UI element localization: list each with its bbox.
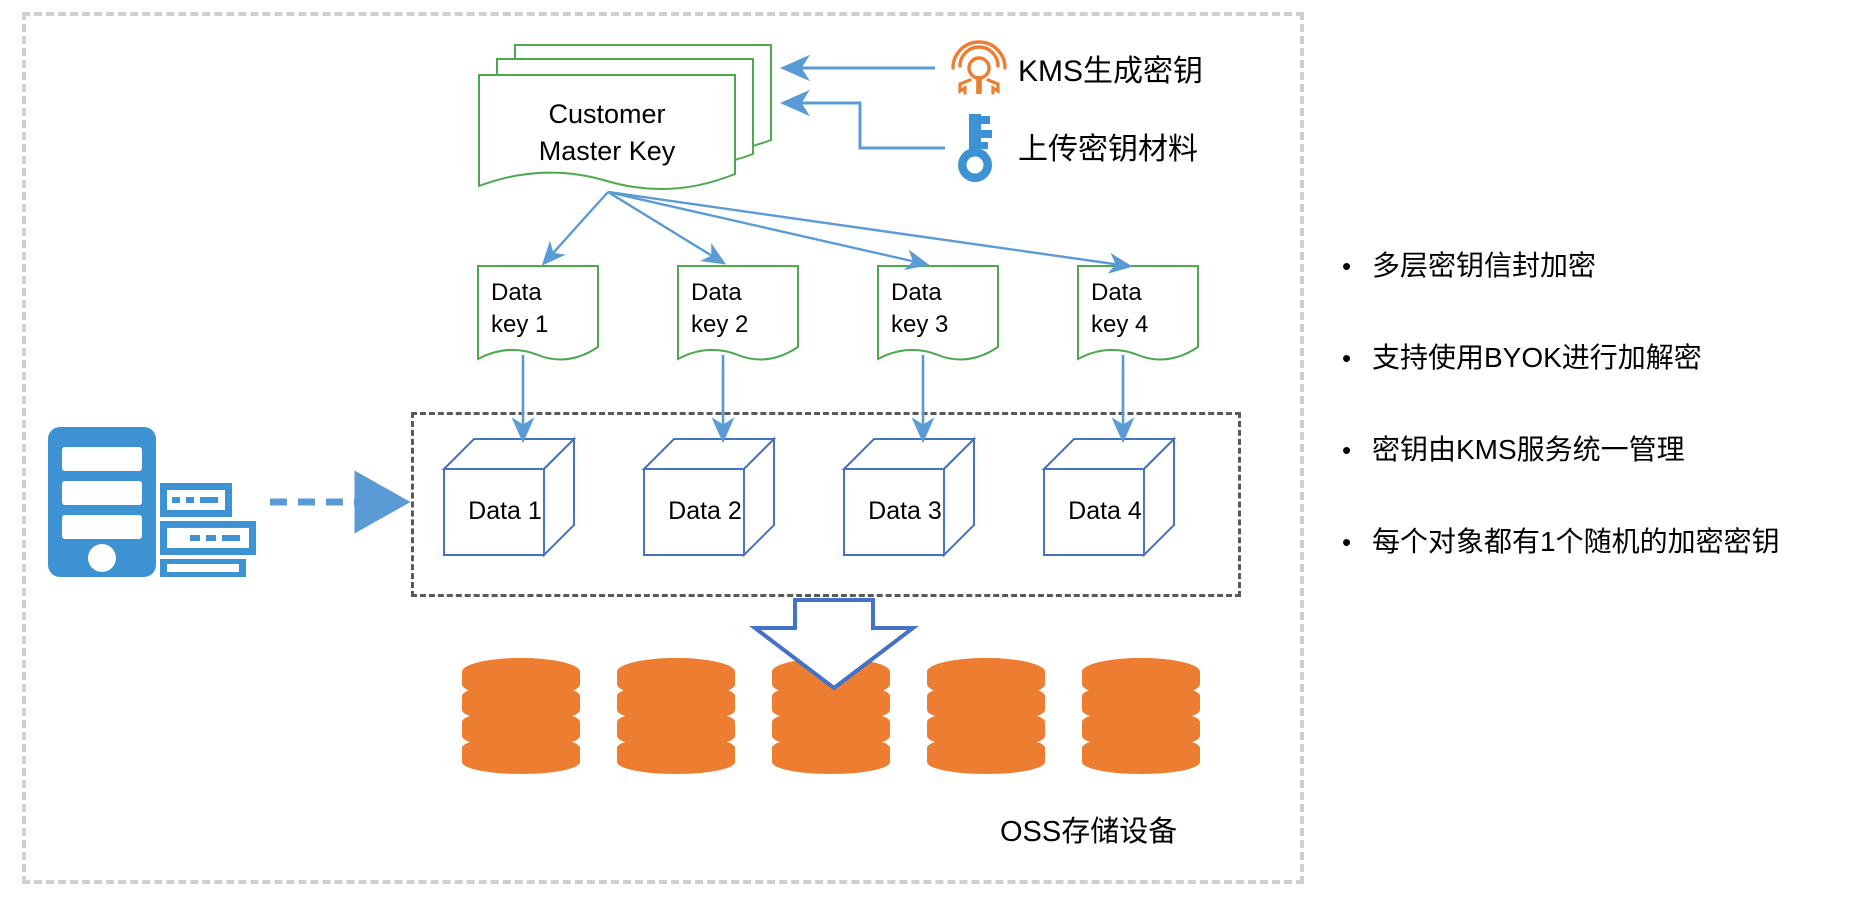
bullet-marker: •	[1342, 435, 1352, 465]
bullet-marker: •	[1342, 527, 1352, 557]
diagram-canvas: Customer Master Key Data key 1 Data key …	[0, 0, 1860, 904]
client-server-icon	[48, 425, 263, 580]
key-icon	[951, 112, 1003, 184]
customer-master-key-group[interactable]: Customer Master Key	[478, 44, 778, 191]
data-key-2-label: Data key 2	[677, 277, 799, 341]
storage-cylinder-5	[1082, 658, 1200, 780]
data-object-cube-3-label: Data 3	[868, 497, 942, 525]
data-object-cube-1-label: Data 1	[468, 497, 542, 525]
data-key-3-line1: Data	[891, 279, 942, 306]
cmk-label-line1: Customer	[548, 99, 666, 129]
kms-medallion-icon	[948, 36, 1010, 96]
data-key-2[interactable]: Data key 2	[677, 265, 799, 365]
data-object-cube-2-label: Data 2	[668, 497, 742, 525]
bullet-text: 多层密钥信封加密	[1372, 250, 1597, 281]
data-object-cube-2[interactable]: Data 2	[640, 435, 800, 560]
data-key-4-line1: Data	[1091, 279, 1142, 306]
data-key-4[interactable]: Data key 4	[1077, 265, 1199, 365]
data-key-1-line1: Data	[491, 279, 542, 306]
storage-cylinder-2	[617, 658, 735, 780]
data-key-1-line2: key 1	[491, 311, 549, 338]
storage-cylinder-1	[462, 658, 580, 780]
data-key-3-line2: key 3	[891, 311, 949, 338]
data-key-3[interactable]: Data key 3	[877, 265, 999, 365]
bullet-text: 每个对象都有1个随机的加密密钥	[1372, 526, 1780, 557]
bullet-text: 支持使用BYOK进行加解密	[1372, 342, 1702, 373]
storage-cylinder-3	[772, 658, 890, 780]
storage-cylinder-4	[927, 658, 1045, 780]
bullet-marker: •	[1342, 251, 1352, 281]
list-item: • 每个对象都有1个随机的加密密钥	[1342, 522, 1852, 562]
upload-key-material-label: 上传密钥材料	[1018, 133, 1198, 166]
list-item: • 多层密钥信封加密	[1342, 246, 1852, 286]
data-key-1-label: Data key 1	[477, 277, 599, 341]
data-key-2-line1: Data	[691, 279, 742, 306]
data-key-4-label: Data key 4	[1077, 277, 1199, 341]
data-key-2-line2: key 2	[691, 311, 749, 338]
data-object-cube-4-label: Data 4	[1068, 497, 1142, 525]
list-item: • 支持使用BYOK进行加解密	[1342, 338, 1852, 378]
bullet-text: 密钥由KMS服务统一管理	[1372, 434, 1685, 465]
data-object-cube-1[interactable]: Data 1	[440, 435, 600, 560]
cmk-label: Customer Master Key	[478, 96, 736, 170]
data-key-4-line2: key 4	[1091, 311, 1149, 338]
bullet-marker: •	[1342, 343, 1352, 373]
list-item: • 密钥由KMS服务统一管理	[1342, 430, 1852, 470]
cmk-label-line2: Master Key	[538, 136, 676, 166]
data-key-1[interactable]: Data key 1	[477, 265, 599, 365]
data-key-3-label: Data key 3	[877, 277, 999, 341]
data-object-cube-3[interactable]: Data 3	[840, 435, 1000, 560]
kms-generate-key-label: KMS生成密钥	[1018, 55, 1204, 88]
oss-storage-label: OSS存储设备	[1000, 816, 1178, 848]
data-object-cube-4[interactable]: Data 4	[1040, 435, 1200, 560]
feature-bullet-list: • 多层密钥信封加密 • 支持使用BYOK进行加解密 • 密钥由KMS服务统一管…	[1342, 246, 1852, 614]
